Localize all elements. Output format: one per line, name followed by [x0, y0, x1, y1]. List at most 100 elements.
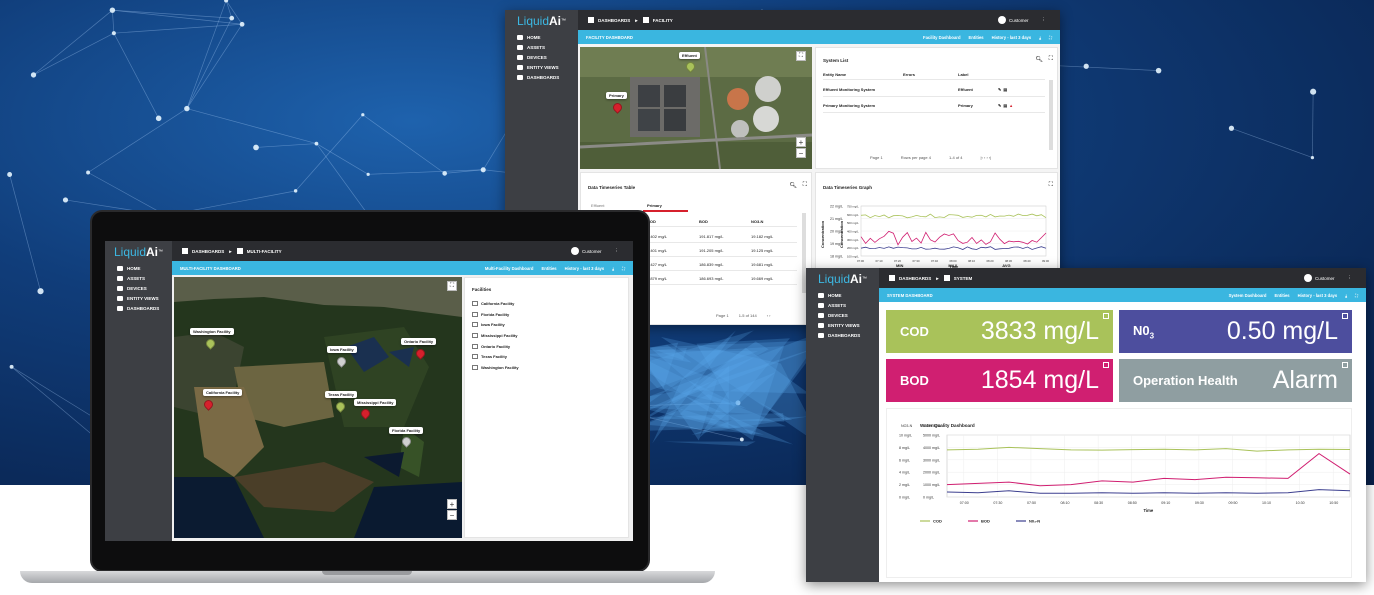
- crumb-dashboards[interactable]: DASHBOARDS: [899, 276, 931, 281]
- facility-list-item[interactable]: Mississippi Facility: [472, 330, 519, 341]
- series-line-bod: [860, 230, 1047, 246]
- zoom-in-button[interactable]: +: [796, 137, 806, 147]
- nav-assets[interactable]: ASSETS: [806, 300, 879, 310]
- tile-value: 1854 mg/L: [980, 366, 1099, 394]
- facility-list-item[interactable]: Iowa Facility: [472, 319, 519, 330]
- user-menu[interactable]: Customer ⋮: [570, 247, 633, 255]
- nav-entity-views[interactable]: ENTITY VIEWS: [105, 293, 172, 303]
- nav-home[interactable]: HOME: [505, 32, 578, 42]
- map-fullscreen-icon[interactable]: ⛶: [447, 281, 457, 291]
- facility-map[interactable]: Effluent Primary ⛶ + −: [580, 47, 812, 169]
- tile-label: N03: [1133, 322, 1155, 341]
- legend-label: COD: [933, 519, 942, 524]
- search-icon[interactable]: 🔍︎: [1035, 56, 1043, 63]
- facility-list-item[interactable]: Florida Facility: [472, 309, 519, 320]
- entities-button[interactable]: Entities: [969, 35, 984, 40]
- nav-devices[interactable]: DEVICES: [505, 52, 578, 62]
- nav-dashboards[interactable]: DASHBOARDS: [505, 72, 578, 82]
- table-row[interactable]: Primary Monitoring System Primary ✎ ▤ ▲: [823, 99, 1045, 113]
- crumb-dashboards[interactable]: DASHBOARDS: [192, 249, 224, 254]
- edit-icon[interactable]: ✎: [998, 103, 1001, 108]
- nav-assets[interactable]: ASSETS: [105, 273, 172, 283]
- dashboard-toolbar: SYSTEM DASHBOARD System Dashboard Entitie…: [879, 288, 1366, 302]
- zoom-out-button[interactable]: −: [447, 510, 457, 520]
- facilities-title: Facilities: [472, 287, 492, 292]
- facility-list-item[interactable]: Texas Facility: [472, 351, 519, 362]
- history-button[interactable]: History - last 3 days: [565, 266, 605, 271]
- nav-dashboards[interactable]: DASHBOARDS: [806, 330, 879, 340]
- entities-button[interactable]: Entities: [542, 266, 557, 271]
- home-icon: [517, 34, 523, 40]
- dashboard-select[interactable]: Multi-Facility Dashboard: [485, 266, 534, 271]
- history-button[interactable]: History - last 3 days: [1298, 293, 1338, 298]
- nav-home[interactable]: HOME: [105, 263, 172, 273]
- details-icon[interactable]: ▤: [1003, 87, 1007, 92]
- nav-dashboards[interactable]: DASHBOARDS: [105, 303, 172, 313]
- y-axis-label-right: COD/BOD: [924, 424, 941, 428]
- page-nav-icons[interactable]: ‹ ›: [767, 313, 771, 318]
- download-icon[interactable]: ⤓: [612, 266, 614, 271]
- user-menu[interactable]: Customer ⋮: [1303, 274, 1366, 282]
- network-node: [62, 197, 69, 203]
- fullscreen-icon[interactable]: ⛶: [803, 182, 807, 189]
- fullscreen-icon[interactable]: ⛶: [1049, 35, 1052, 40]
- page-select[interactable]: Page 1: [716, 313, 729, 318]
- dashboard-select[interactable]: Facility Dashboard: [923, 35, 960, 40]
- download-icon[interactable]: ⤓: [1345, 293, 1347, 298]
- edit-icon[interactable]: ✎: [998, 87, 1001, 92]
- logo: Liquid Ai ™: [516, 14, 567, 28]
- facility-list-item[interactable]: Washington Facility: [472, 362, 519, 373]
- facility-list-item[interactable]: Ontario Facility: [472, 341, 519, 352]
- more-vert-icon[interactable]: ⋮: [1042, 17, 1047, 23]
- search-icon[interactable]: 🔍︎: [789, 182, 797, 189]
- rows-per-page-select[interactable]: Rows per page 4: [901, 155, 931, 160]
- page-select[interactable]: Page 1: [870, 155, 883, 160]
- details-icon[interactable]: ▤: [1003, 103, 1007, 108]
- fullscreen-icon[interactable]: ⛶: [1049, 56, 1053, 63]
- system-list-header: Entity Name Errors Label: [823, 70, 1045, 80]
- entities-button[interactable]: Entities: [1275, 293, 1290, 298]
- no3-tile: N03 0.50 mg/L: [1119, 310, 1352, 353]
- network-node: [155, 115, 162, 122]
- crumb-dashboards[interactable]: DASHBOARDS: [598, 18, 630, 23]
- x-tick: 07:50: [1027, 501, 1036, 505]
- us-facility-map[interactable]: Washington Facility Iowa Facility Ontari…: [174, 277, 462, 538]
- nav-entity-views[interactable]: ENTITY VIEWS: [806, 320, 879, 330]
- nav-devices[interactable]: DEVICES: [806, 310, 879, 320]
- table-row[interactable]: Effluent Monitoring System Effluent ✎ ▤: [823, 83, 1045, 97]
- fullscreen-icon[interactable]: [1342, 313, 1348, 319]
- nav-home[interactable]: HOME: [806, 290, 879, 300]
- more-vert-icon[interactable]: ⋮: [1348, 275, 1353, 281]
- zoom-in-button[interactable]: +: [447, 499, 457, 509]
- zoom-out-button[interactable]: −: [796, 148, 806, 158]
- page-nav-icons[interactable]: |‹ ‹ › ›|: [981, 155, 992, 160]
- map-fullscreen-icon[interactable]: ⛶: [796, 51, 806, 61]
- history-button[interactable]: History - last 3 days: [992, 35, 1032, 40]
- pin-label-effluent: Effluent: [679, 52, 700, 59]
- fullscreen-icon[interactable]: ⛶: [622, 266, 625, 271]
- tile-label: Operation Health: [1133, 373, 1238, 388]
- network-line: [1312, 91, 1314, 158]
- devices-icon: [818, 312, 824, 318]
- tab-effluent[interactable]: Effluent: [591, 203, 605, 208]
- fullscreen-icon[interactable]: [1342, 362, 1348, 368]
- nav-entity-views[interactable]: ENTITY VIEWS: [505, 62, 578, 72]
- breadcrumb: DASHBOARDS ► MULTI-FACILITY: [172, 248, 282, 254]
- nav-assets[interactable]: ASSETS: [505, 42, 578, 52]
- scrollbar[interactable]: [1049, 80, 1053, 150]
- fullscreen-icon[interactable]: [1103, 362, 1109, 368]
- x-tick: 08:10: [1061, 501, 1070, 505]
- top-bar: DASHBOARDS ► SYSTEM Customer ⋮: [879, 268, 1366, 288]
- fullscreen-icon[interactable]: [1103, 313, 1109, 319]
- more-vert-icon[interactable]: ⋮: [615, 248, 620, 254]
- nav-devices[interactable]: DEVICES: [105, 283, 172, 293]
- download-icon[interactable]: ⤓: [1039, 35, 1041, 40]
- facility-list-item[interactable]: California Facility: [472, 298, 519, 309]
- user-menu[interactable]: Customer ⋮: [997, 16, 1060, 24]
- fullscreen-icon[interactable]: ⛶: [1049, 182, 1053, 189]
- home-icon: [117, 265, 123, 271]
- facility-icon: [472, 332, 478, 338]
- tab-primary[interactable]: Primary: [647, 203, 662, 208]
- fullscreen-icon[interactable]: ⛶: [1355, 293, 1358, 298]
- dashboard-select[interactable]: System Dashboard: [1229, 293, 1267, 298]
